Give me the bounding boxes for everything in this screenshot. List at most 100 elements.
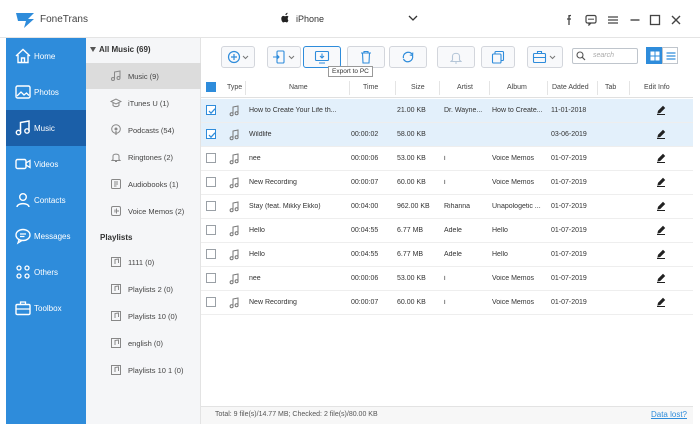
messages-icon xyxy=(15,228,31,245)
playlist-item[interactable]: Playlists 10 (0) xyxy=(86,303,201,329)
sidebar-item-photos[interactable]: Photos xyxy=(6,74,86,110)
delete-button[interactable] xyxy=(347,46,385,68)
column-header-album[interactable]: Album xyxy=(507,84,527,91)
toolbox-button[interactable] xyxy=(527,46,563,68)
feedback-icon[interactable] xyxy=(585,14,597,26)
ringtone-maker-button[interactable] xyxy=(437,46,475,68)
playlist-label: Playlists 10 (0) xyxy=(128,312,178,321)
row-checkbox[interactable] xyxy=(206,177,216,187)
category-item-podcasts[interactable]: Podcasts (54) xyxy=(86,117,201,143)
playlist-item[interactable]: Playlists 2 (0) xyxy=(86,276,201,302)
table-row[interactable]: New Recording 00:00:07 60.00 KB i Voice … xyxy=(201,171,693,195)
search-box[interactable]: search xyxy=(572,48,638,64)
sidebar-item-messages[interactable]: Messages xyxy=(6,218,86,254)
edit-icon[interactable] xyxy=(656,177,666,187)
cell-size: 6.77 MB xyxy=(397,227,424,234)
category-item-audiobooks[interactable]: Audiobooks (1) xyxy=(86,171,201,197)
category-item-ringtones[interactable]: Ringtones (2) xyxy=(86,144,201,170)
edit-icon[interactable] xyxy=(656,105,666,115)
sidebar-item-home[interactable]: Home xyxy=(6,38,86,74)
table-row[interactable]: Stay (feat. Mikky Ekko) 00:04:00 962.00 … xyxy=(201,195,693,219)
edit-icon[interactable] xyxy=(656,129,666,139)
edit-icon[interactable] xyxy=(656,249,666,259)
sidebar-item-others[interactable]: Others xyxy=(6,254,86,290)
edit-icon[interactable] xyxy=(656,201,666,211)
menu-icon[interactable] xyxy=(607,14,619,26)
column-header-time[interactable]: Time xyxy=(363,84,378,91)
trash-icon xyxy=(361,50,371,64)
edit-icon[interactable] xyxy=(656,273,666,283)
cell-name: Stay (feat. Mikky Ekko) xyxy=(249,203,321,210)
column-header-tab[interactable]: Tab xyxy=(605,84,616,91)
music-note-icon xyxy=(229,129,239,141)
cell-time: 00:00:06 xyxy=(351,275,379,282)
edit-icon[interactable] xyxy=(656,297,666,307)
facebook-icon[interactable] xyxy=(562,14,574,26)
data-lost-link[interactable]: Data lost? xyxy=(651,410,687,419)
grid-view-button[interactable] xyxy=(646,47,662,64)
category-item-music[interactable]: Music (9) xyxy=(86,63,201,89)
export-to-device-button[interactable] xyxy=(267,46,301,68)
sidebar-item-toolbox[interactable]: Toolbox xyxy=(6,290,86,326)
playlist-item[interactable]: Playlists 10 1 (0) xyxy=(86,357,201,383)
row-checkbox[interactable] xyxy=(206,105,216,115)
playlist-item[interactable]: english (0) xyxy=(86,330,201,356)
playlist-item[interactable]: 1111 (0) xyxy=(86,249,201,275)
sidebar-item-music[interactable]: Music xyxy=(6,110,86,146)
table-row[interactable]: nee 00:00:06 53.00 KB i Voice Memos 01-0… xyxy=(201,267,693,291)
row-checkbox[interactable] xyxy=(206,201,216,211)
cell-name: Wildlife xyxy=(249,131,272,138)
table-row[interactable]: Hello 00:04:55 6.77 MB Adele Hello 01-07… xyxy=(201,243,693,267)
device-selector[interactable]: iPhone xyxy=(276,10,420,30)
music-note-icon xyxy=(229,153,239,165)
music-note-icon xyxy=(229,177,239,189)
sidebar-item-contacts[interactable]: Contacts xyxy=(6,182,86,218)
playlist-label: Playlists 10 1 (0) xyxy=(128,366,184,375)
music-note-icon xyxy=(229,249,239,261)
all-music-header[interactable]: All Music (69) xyxy=(90,45,151,54)
row-checkbox[interactable] xyxy=(206,225,216,235)
select-all-checkbox[interactable] xyxy=(206,82,216,92)
column-header-date-added[interactable]: Date Added xyxy=(552,84,589,91)
category-item-itunes-u[interactable]: iTunes U (1) xyxy=(86,90,201,116)
export-to-pc-icon xyxy=(314,50,330,64)
export-to-pc-button[interactable] xyxy=(303,46,341,68)
cell-date-added: 01-07-2019 xyxy=(551,227,587,234)
row-checkbox[interactable] xyxy=(206,249,216,259)
category-item-voice-memos[interactable]: Voice Memos (2) xyxy=(86,198,201,224)
minimize-icon[interactable] xyxy=(629,14,641,26)
row-checkbox[interactable] xyxy=(206,297,216,307)
cell-size: 53.00 KB xyxy=(397,155,426,162)
playlist-icon xyxy=(111,338,121,348)
list-view-button[interactable] xyxy=(662,47,678,64)
sidebar-item-videos[interactable]: Videos xyxy=(6,146,86,182)
edit-icon[interactable] xyxy=(656,153,666,163)
table-row[interactable]: How to Create Your Life th... 21.00 KB D… xyxy=(201,99,693,123)
cell-date-added: 01-07-2019 xyxy=(551,299,587,306)
cell-date-added: 01-07-2019 xyxy=(551,155,587,162)
maximize-icon[interactable] xyxy=(649,14,661,26)
column-header-artist[interactable]: Artist xyxy=(457,84,473,91)
cell-album: Hello xyxy=(492,227,508,234)
copy-button[interactable] xyxy=(481,46,515,68)
column-divider xyxy=(245,81,246,95)
refresh-button[interactable] xyxy=(389,46,427,68)
edit-icon[interactable] xyxy=(656,225,666,235)
column-header-type[interactable]: Type xyxy=(227,84,242,91)
row-checkbox[interactable] xyxy=(206,129,216,139)
column-header-name[interactable]: Name xyxy=(289,84,308,91)
close-icon[interactable] xyxy=(670,14,682,26)
cell-size: 962.00 KB xyxy=(397,203,430,210)
table-row[interactable]: Hello 00:04:55 6.77 MB Adele Hello 01-07… xyxy=(201,219,693,243)
category-label: Podcasts (54) xyxy=(128,126,175,135)
table-row[interactable]: New Recording 00:00:07 60.00 KB i Voice … xyxy=(201,291,693,315)
column-header-size[interactable]: Size xyxy=(411,84,425,91)
table-row[interactable]: nee 00:00:06 53.00 KB i Voice Memos 01-0… xyxy=(201,147,693,171)
table-row[interactable]: Wildlife 00:00:02 58.00 KB 03-06-2019 xyxy=(201,123,693,147)
cell-name: Hello xyxy=(249,227,265,234)
row-checkbox[interactable] xyxy=(206,273,216,283)
add-button[interactable] xyxy=(221,46,255,68)
cell-artist: Dr. Wayne... xyxy=(444,107,483,114)
row-checkbox[interactable] xyxy=(206,153,216,163)
sidebar-item-label: Videos xyxy=(34,160,59,169)
